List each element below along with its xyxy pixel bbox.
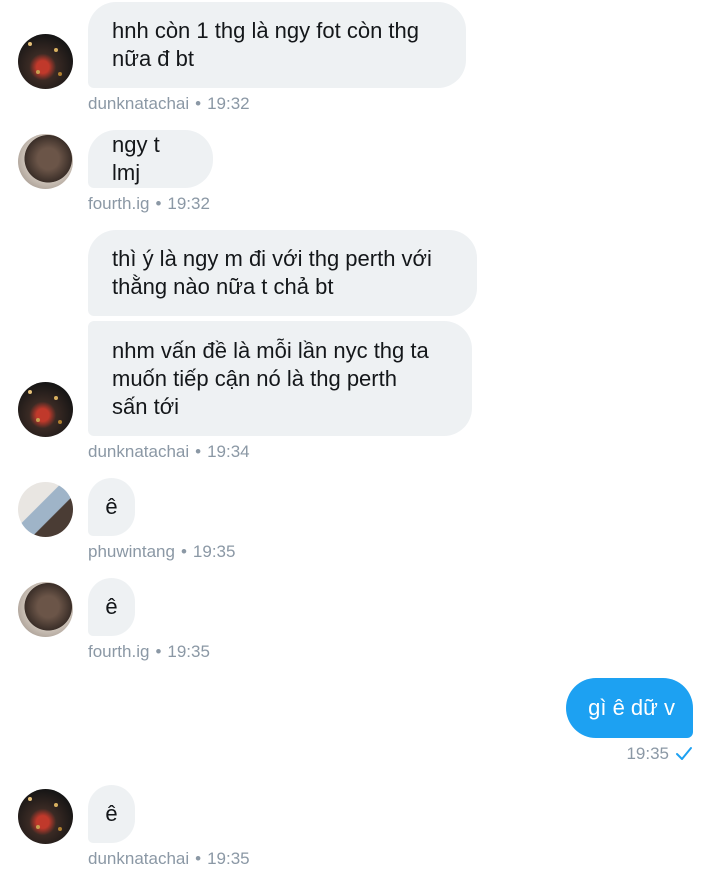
message-bubble[interactable]: ê	[88, 578, 135, 636]
message-meta: fourth.ig • 19:32	[88, 194, 210, 214]
timestamp: 19:32	[207, 94, 250, 113]
avatar[interactable]	[18, 382, 73, 437]
username[interactable]: phuwintang	[88, 542, 175, 561]
separator-dot: •	[195, 849, 202, 868]
message-meta: fourth.ig • 19:35	[88, 642, 210, 662]
avatar[interactable]	[18, 482, 73, 537]
message-bubble[interactable]: nhm vấn đề là mỗi lần nyc thg ta muốn ti…	[88, 321, 472, 436]
message-bubble[interactable]: hnh còn 1 thg là ngy fot còn thg nữa đ b…	[88, 2, 466, 88]
username[interactable]: fourth.ig	[88, 642, 149, 661]
timestamp: 19:35	[167, 642, 210, 661]
separator-dot: •	[195, 94, 202, 113]
timestamp: 19:35	[207, 849, 250, 868]
separator-dot: •	[155, 642, 162, 661]
message-text: ê	[105, 594, 118, 619]
username[interactable]: dunknatachai	[88, 442, 189, 461]
avatar[interactable]	[18, 582, 73, 637]
timestamp: 19:32	[167, 194, 210, 213]
username[interactable]: dunknatachai	[88, 849, 189, 868]
message-bubble[interactable]: ê	[88, 785, 135, 843]
message-meta: dunknatachai • 19:35	[88, 849, 250, 869]
separator-dot: •	[155, 194, 162, 213]
message-meta: phuwintang • 19:35	[88, 542, 235, 562]
separator-dot: •	[180, 542, 187, 561]
avatar[interactable]	[18, 134, 73, 189]
message-text: ê	[105, 801, 118, 826]
message-text: hnh còn 1 thg là ngy fot còn thg nữa đ b…	[112, 18, 420, 71]
message-meta: dunknatachai • 19:32	[88, 94, 250, 114]
timestamp: 19:35	[626, 744, 669, 763]
message-bubble[interactable]: ngy t lmj	[88, 130, 213, 188]
message-meta: dunknatachai • 19:34	[88, 442, 250, 462]
checkmark-icon	[676, 747, 692, 760]
avatar[interactable]	[18, 34, 73, 89]
own-message-bubble[interactable]: gì ê dữ v	[566, 678, 693, 738]
message-text: thì ý là ngy m đi với thg perth với thằn…	[112, 246, 432, 299]
username[interactable]: fourth.ig	[88, 194, 149, 213]
message-text: ê	[105, 494, 118, 519]
username[interactable]: dunknatachai	[88, 94, 189, 113]
avatar[interactable]	[18, 789, 73, 844]
message-text: gì ê dữ v	[588, 695, 675, 720]
message-text: ngy t lmj	[112, 132, 160, 185]
timestamp: 19:34	[207, 442, 250, 461]
timestamp: 19:35	[192, 542, 236, 561]
own-message-meta: 19:35	[626, 744, 693, 764]
message-bubble[interactable]: thì ý là ngy m đi với thg perth với thằn…	[88, 230, 477, 316]
message-bubble[interactable]: ê	[88, 478, 135, 536]
separator-dot: •	[195, 442, 202, 461]
message-text: nhm vấn đề là mỗi lần nyc thg ta muốn ti…	[112, 337, 429, 419]
